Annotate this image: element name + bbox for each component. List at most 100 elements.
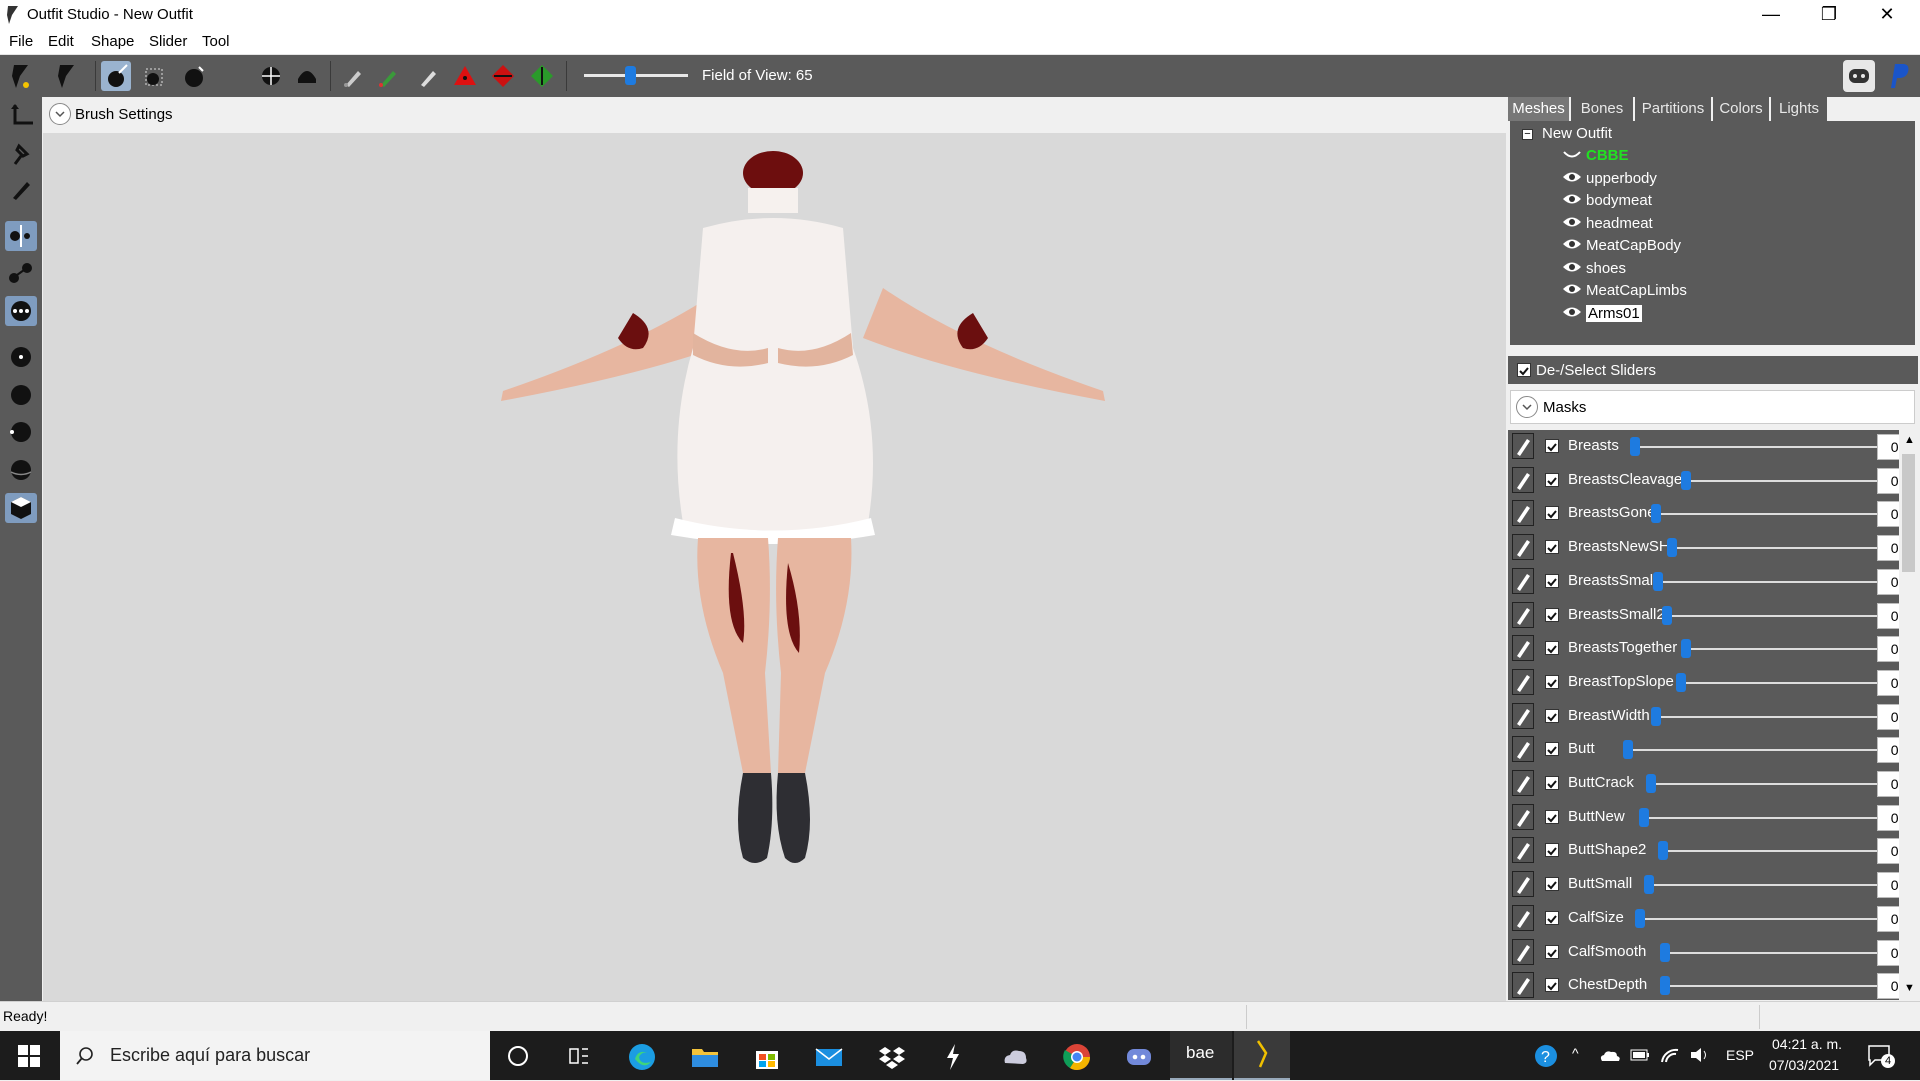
menu-shape[interactable]: Shape xyxy=(91,33,134,50)
slider-edit-button[interactable] xyxy=(1512,702,1534,729)
eye-icon[interactable] xyxy=(1562,170,1582,188)
slider-edit-button[interactable] xyxy=(1512,803,1534,830)
mask-tool[interactable] xyxy=(140,61,170,91)
scroll-down-icon[interactable]: ▼ xyxy=(1904,982,1915,994)
slider-checkbox[interactable] xyxy=(1545,843,1559,858)
symmetry-x-toggle[interactable] xyxy=(5,221,37,251)
field-of-view-slider-track[interactable] xyxy=(584,74,688,77)
slider-checkbox[interactable] xyxy=(1545,910,1559,925)
slider-thumb[interactable] xyxy=(1653,571,1663,591)
eye-icon[interactable] xyxy=(1562,282,1582,300)
slider-edit-button[interactable] xyxy=(1512,433,1534,459)
reference-template-button[interactable] xyxy=(6,61,36,91)
slider-checkbox[interactable] xyxy=(1545,573,1559,588)
menu-slider[interactable]: Slider xyxy=(149,33,187,50)
slider-thumb[interactable] xyxy=(1646,774,1656,793)
paypal-button[interactable] xyxy=(1882,60,1914,92)
close-button[interactable]: ✕ xyxy=(1858,0,1916,30)
flip-edge-tool[interactable] xyxy=(488,61,518,91)
slider-edit-button[interactable] xyxy=(1512,972,1534,999)
slider-edit-button[interactable] xyxy=(1512,770,1534,796)
brush-settings-expand-button[interactable] xyxy=(49,103,71,125)
slider-thumb[interactable] xyxy=(1676,672,1686,692)
slider-track[interactable] xyxy=(1656,513,1884,516)
minimize-button[interactable]: — xyxy=(1742,0,1800,30)
eye-icon[interactable] xyxy=(1562,305,1582,323)
mesh-item[interactable]: upperbody xyxy=(1562,170,1657,188)
slider-checkbox[interactable] xyxy=(1545,742,1559,757)
slider-track[interactable] xyxy=(1651,783,1884,785)
slider-checkbox[interactable] xyxy=(1545,506,1559,521)
slider-thumb[interactable] xyxy=(1681,470,1691,490)
view-textures-toggle[interactable] xyxy=(5,493,37,523)
clock-date[interactable]: 07/03/2021 xyxy=(1769,1057,1839,1073)
brush-select-tool[interactable] xyxy=(101,61,131,91)
slider-track[interactable] xyxy=(1640,917,1884,920)
mesh-item[interactable]: Arms01 xyxy=(1562,304,1642,323)
slider-edit-button[interactable] xyxy=(1512,534,1534,561)
show-hidden-icons-chevron-icon[interactable]: ^ xyxy=(1572,1045,1579,1061)
slider-checkbox[interactable] xyxy=(1545,809,1559,824)
transform-tool[interactable] xyxy=(5,101,37,131)
slider-edit-button[interactable] xyxy=(1512,635,1534,662)
cortana-button[interactable] xyxy=(505,1043,531,1069)
menu-tool[interactable]: Tool xyxy=(202,33,230,50)
slider-thumb[interactable] xyxy=(1662,605,1672,625)
slider-thumb[interactable] xyxy=(1623,740,1633,760)
slider-thumb[interactable] xyxy=(1635,908,1645,928)
slider-edit-button[interactable] xyxy=(1512,500,1534,527)
slider-edit-button[interactable] xyxy=(1512,466,1534,493)
eye-icon[interactable] xyxy=(1562,260,1582,278)
view-vertices-toggle[interactable] xyxy=(5,342,37,372)
mesh-item[interactable]: MeatCapBody xyxy=(1562,237,1681,255)
app2-taskbar-button[interactable] xyxy=(999,1041,1031,1073)
slider-edit-button[interactable] xyxy=(1512,871,1534,898)
slider-checkbox[interactable] xyxy=(1545,776,1559,790)
slider-track[interactable] xyxy=(1644,816,1884,819)
slider-edit-button[interactable] xyxy=(1512,567,1534,594)
global-brush-toggle[interactable] xyxy=(5,296,37,326)
task-view-button[interactable] xyxy=(566,1043,592,1069)
3d-viewport[interactable] xyxy=(43,97,1506,1001)
tab-meshes[interactable]: Meshes xyxy=(1508,97,1569,121)
collapse-vertex-tool[interactable] xyxy=(450,61,480,91)
mesh-item[interactable]: bodymeat xyxy=(1562,192,1652,210)
vertex-select-tool[interactable] xyxy=(5,174,37,204)
slider-checkbox[interactable] xyxy=(1545,708,1559,723)
slider-track[interactable] xyxy=(1686,479,1884,482)
smooth-tool[interactable] xyxy=(292,61,322,91)
slider-track[interactable] xyxy=(1665,985,1884,988)
weight-paint-tool[interactable] xyxy=(338,61,368,91)
mesh-item[interactable]: CBBE xyxy=(1562,147,1629,165)
app-taskbar-button[interactable] xyxy=(937,1041,969,1073)
discord-taskbar-button[interactable] xyxy=(1123,1041,1155,1073)
slider-track[interactable] xyxy=(1681,681,1884,684)
slider-thumb[interactable] xyxy=(1639,807,1649,827)
scrollbar-thumb[interactable] xyxy=(1902,454,1915,572)
slider-edit-button[interactable] xyxy=(1512,668,1534,695)
tab-lights[interactable]: Lights xyxy=(1771,97,1827,121)
slider-edit-button[interactable] xyxy=(1512,601,1534,628)
slider-thumb[interactable] xyxy=(1660,976,1670,996)
slider-checkbox[interactable] xyxy=(1545,641,1559,656)
slider-checkbox[interactable] xyxy=(1545,540,1559,555)
mail-taskbar-button[interactable] xyxy=(813,1041,845,1073)
slider-thumb[interactable] xyxy=(1667,538,1677,558)
slider-checkbox[interactable] xyxy=(1545,877,1559,892)
outfit-template-button[interactable] xyxy=(52,61,82,91)
slider-track[interactable] xyxy=(1649,884,1884,887)
slider-thumb[interactable] xyxy=(1651,706,1661,726)
pivot-tool[interactable] xyxy=(5,138,37,168)
masks-expand-button[interactable] xyxy=(1516,396,1538,418)
view-masks-toggle[interactable] xyxy=(5,455,37,485)
store-taskbar-button[interactable] xyxy=(751,1041,783,1073)
battery-tray-icon[interactable] xyxy=(1628,1045,1652,1065)
mesh-item[interactable]: MeatCapLimbs xyxy=(1562,282,1687,300)
clock-time[interactable]: 04:21 a. m. xyxy=(1772,1036,1842,1052)
deselect-sliders-checkbox[interactable] xyxy=(1517,363,1531,377)
mesh-item[interactable]: headmeat xyxy=(1562,215,1653,233)
scroll-up-icon[interactable]: ▲ xyxy=(1904,434,1915,446)
color-paint-tool[interactable] xyxy=(373,61,403,91)
slider-track[interactable] xyxy=(1686,648,1884,651)
slider-thumb[interactable] xyxy=(1644,875,1654,895)
